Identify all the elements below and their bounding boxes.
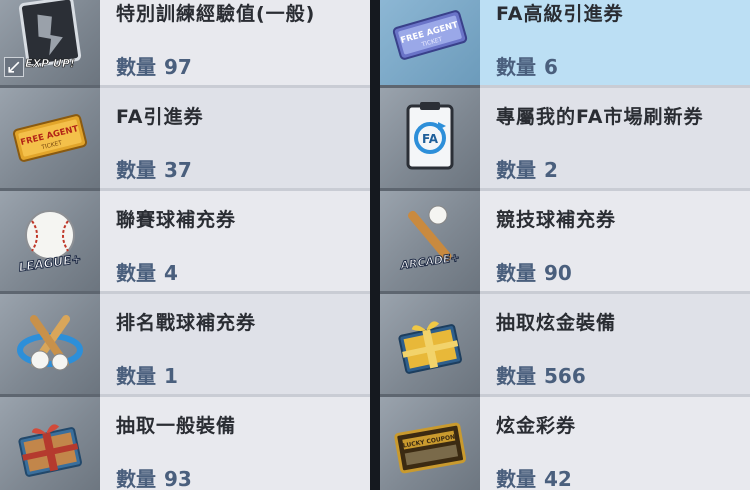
item-name: 聯賽球補充券: [116, 209, 237, 231]
svg-text:ARCADE+: ARCADE+: [399, 251, 461, 272]
svg-text:EXP UP!: EXP UP!: [25, 57, 75, 70]
list-item[interactable]: EXP UP! 特別訓練經驗值(一般) 數量 97: [0, 0, 370, 88]
item-quantity: 數量 93: [116, 467, 192, 490]
free-agent-ticket-icon: FREE AGENT TICKET: [10, 98, 90, 178]
list-item[interactable]: 抽取一般裝備 數量 93: [0, 397, 370, 490]
item-quantity: 數量 4: [116, 261, 178, 285]
expand-icon[interactable]: [4, 57, 24, 77]
arcade-bat-ball-icon: ARCADE+: [390, 201, 470, 281]
equipment-box-icon: [10, 407, 90, 487]
item-name: FA引進券: [116, 106, 204, 128]
item-quantity: 數量 1: [116, 364, 178, 388]
item-quantity: 數量 97: [116, 55, 192, 79]
item-name: 特別訓練經驗值(一般): [116, 3, 316, 25]
lucky-coupon-icon: LUCKY COUPON: [390, 407, 470, 487]
item-quantity: 數量 42: [496, 467, 572, 490]
item-name: 抽取炫金裝備: [496, 312, 617, 334]
list-item[interactable]: ARCADE+ 競技球補充券 數量 90: [380, 191, 750, 294]
item-name: FA高級引進券: [496, 3, 624, 25]
league-ball-icon: LEAGUE+: [10, 201, 90, 281]
item-name: 排名戰球補充券: [116, 312, 257, 334]
svg-text:FA: FA: [422, 132, 439, 146]
list-item-selected[interactable]: FREE AGENT TICKET FA高級引進券 數量 6: [380, 0, 750, 88]
ranking-bats-ball-icon: [10, 304, 90, 384]
item-quantity: 數量 37: [116, 158, 192, 182]
item-quantity: 數量 566: [496, 364, 586, 388]
item-name: 競技球補充券: [496, 209, 617, 231]
item-list-left: EXP UP! 特別訓練經驗值(一般) 數量 97 FREE AGENT TICK…: [0, 0, 370, 490]
item-quantity: 數量 90: [496, 261, 572, 285]
item-name: 炫金彩券: [496, 415, 577, 437]
item-quantity: 數量 2: [496, 158, 558, 182]
item-quantity: 數量 6: [496, 55, 558, 79]
list-item[interactable]: FREE AGENT TICKET FA引進券 數量 37: [0, 88, 370, 191]
premium-free-agent-ticket-icon: FREE AGENT TICKET: [390, 0, 470, 75]
svg-text:LEAGUE+: LEAGUE+: [18, 252, 82, 275]
item-name: 抽取一般裝備: [116, 415, 237, 437]
column-divider: [370, 0, 380, 490]
list-item[interactable]: FA 專屬我的FA市場刷新券 數量 2: [380, 88, 750, 191]
list-item[interactable]: LEAGUE+ 聯賽球補充券 數量 4: [0, 191, 370, 294]
item-list-right: FREE AGENT TICKET FA高級引進券 數量 6 FA 專屬我的FA…: [380, 0, 750, 490]
list-item[interactable]: 抽取炫金裝備 數量 566: [380, 294, 750, 397]
item-name: 專屬我的FA市場刷新券: [496, 106, 704, 128]
fa-refresh-card-icon: FA: [390, 98, 470, 178]
gold-equipment-box-icon: [390, 304, 470, 384]
list-item[interactable]: LUCKY COUPON 炫金彩券 數量 42: [380, 397, 750, 490]
list-item[interactable]: 排名戰球補充券 數量 1: [0, 294, 370, 397]
